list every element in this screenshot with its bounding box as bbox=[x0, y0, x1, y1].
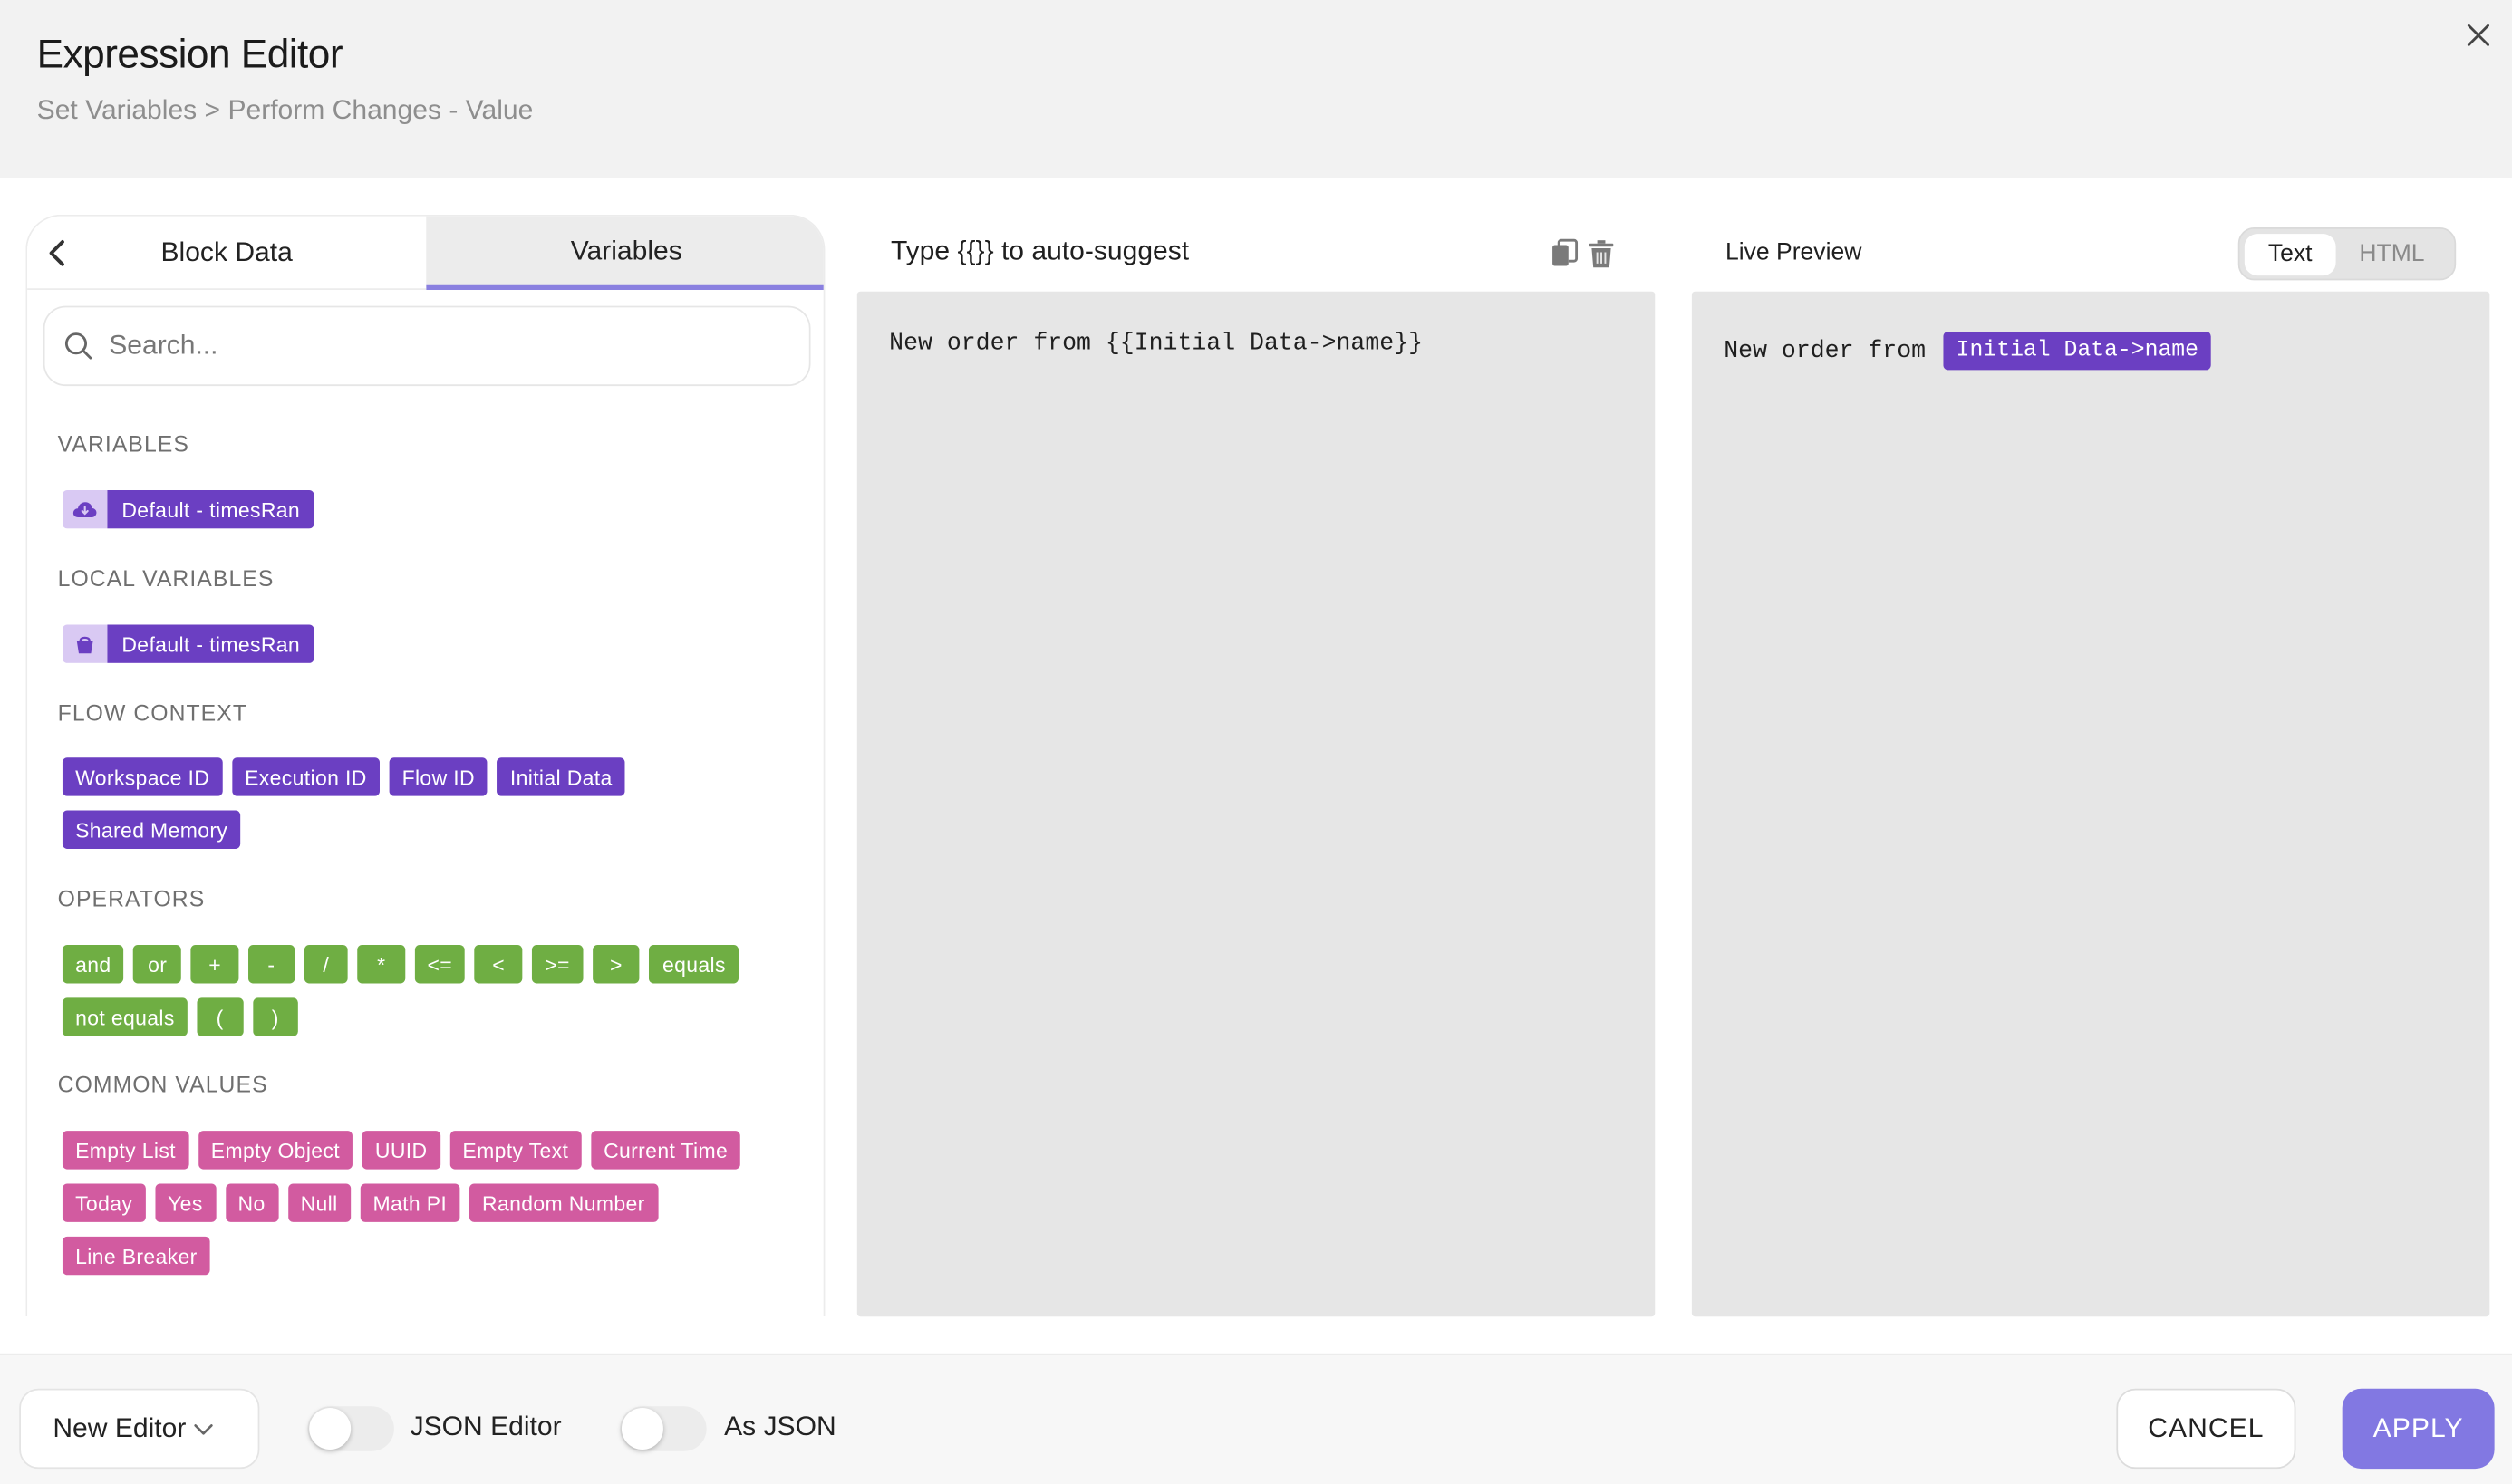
chip-op-and[interactable]: and bbox=[62, 945, 124, 984]
chip-no[interactable]: No bbox=[225, 1183, 278, 1222]
operators-row-2: not equals ( ) bbox=[62, 997, 298, 1036]
local-variable-chip-label: Default - timesRan bbox=[107, 624, 314, 663]
chip-empty-list[interactable]: Empty List bbox=[62, 1131, 189, 1170]
dialog-title: Expression Editor bbox=[36, 32, 343, 77]
variables-row: Default - timesRan bbox=[62, 489, 314, 529]
chip-random-number[interactable]: Random Number bbox=[469, 1183, 658, 1222]
cancel-button[interactable]: CANCEL bbox=[2116, 1388, 2296, 1470]
section-operators-label: OPERATORS bbox=[57, 885, 206, 911]
chip-op-not-equals[interactable]: not equals bbox=[62, 997, 188, 1036]
expression-text: New order from {{Initial Data->name}} bbox=[889, 330, 1424, 358]
as-json-toggle-knob bbox=[621, 1407, 663, 1450]
json-editor-toggle-knob bbox=[309, 1407, 352, 1450]
as-json-label: As JSON bbox=[724, 1411, 836, 1442]
panel-tabs: Block Data Variables bbox=[27, 216, 824, 290]
dialog-footer: New Editor JSON Editor As JSON CANCEL AP… bbox=[0, 1353, 2512, 1484]
chip-execution-id[interactable]: Execution ID bbox=[231, 757, 380, 796]
live-preview: New order from Initial Data->name bbox=[1691, 291, 2490, 1317]
close-icon bbox=[2467, 24, 2489, 46]
search-input[interactable] bbox=[109, 330, 782, 362]
chip-today[interactable]: Today bbox=[62, 1183, 146, 1222]
chip-op-multiply[interactable]: * bbox=[357, 945, 405, 984]
apply-button[interactable]: APPLY bbox=[2342, 1388, 2495, 1470]
preview-mode-html[interactable]: HTML bbox=[2336, 233, 2449, 275]
variable-chip-label: Default - timesRan bbox=[107, 489, 314, 529]
editor-mode-value: New Editor bbox=[53, 1412, 187, 1443]
chip-op-minus[interactable]: - bbox=[248, 945, 295, 984]
tab-block-data-label: Block Data bbox=[160, 236, 293, 267]
chip-op-lte[interactable]: <= bbox=[414, 945, 466, 984]
expression-editor[interactable]: New order from {{Initial Data->name}} bbox=[856, 291, 1656, 1317]
chip-shared-memory[interactable]: Shared Memory bbox=[62, 810, 241, 849]
chip-initial-data[interactable]: Initial Data bbox=[497, 757, 625, 796]
chip-op-equals[interactable]: equals bbox=[649, 945, 739, 984]
as-json-toggle[interactable] bbox=[620, 1406, 707, 1451]
chip-op-lt[interactable]: < bbox=[474, 945, 523, 984]
chip-uuid[interactable]: UUID bbox=[362, 1131, 440, 1170]
tab-variables[interactable]: Variables bbox=[426, 216, 824, 290]
chip-current-time[interactable]: Current Time bbox=[590, 1131, 741, 1170]
preview-content: New order from Initial Data->name bbox=[1724, 331, 2212, 371]
chip-op-close-paren[interactable]: ) bbox=[252, 997, 298, 1036]
chip-op-or[interactable]: or bbox=[133, 945, 182, 984]
trash-icon bbox=[1589, 240, 1614, 268]
expression-editor-dialog: Expression Editor Set Variables > Perfor… bbox=[0, 0, 2512, 1484]
section-local-variables-label: LOCAL VARIABLES bbox=[57, 565, 275, 592]
local-variables-row: Default - timesRan bbox=[62, 624, 314, 663]
json-editor-label: JSON Editor bbox=[410, 1411, 562, 1442]
live-preview-label: Live Preview bbox=[1725, 238, 1862, 266]
tab-variables-label: Variables bbox=[570, 234, 682, 265]
section-variables-label: VARIABLES bbox=[57, 430, 189, 457]
chip-op-plus[interactable]: + bbox=[190, 945, 239, 984]
chip-line-breaker[interactable]: Line Breaker bbox=[62, 1236, 210, 1276]
section-flow-context-label: FLOW CONTEXT bbox=[57, 699, 248, 726]
chip-math-pi[interactable]: Math PI bbox=[360, 1183, 460, 1222]
copy-icon bbox=[1552, 238, 1579, 266]
copy-button[interactable] bbox=[1551, 238, 1579, 269]
chip-op-divide[interactable]: / bbox=[304, 945, 349, 984]
operators-row-1: and or + - / * <= < >= > equals bbox=[62, 945, 739, 984]
search-box bbox=[43, 305, 811, 387]
chevron-left-icon bbox=[49, 240, 64, 266]
chip-op-open-paren[interactable]: ( bbox=[197, 997, 243, 1036]
close-button[interactable] bbox=[2462, 19, 2494, 51]
preview-variable-chip: Initial Data->name bbox=[1943, 331, 2212, 371]
preview-mode-toggle: Text HTML bbox=[2237, 227, 2457, 281]
chip-null[interactable]: Null bbox=[287, 1183, 351, 1222]
chip-op-gt[interactable]: > bbox=[592, 945, 641, 984]
back-button[interactable] bbox=[42, 236, 71, 271]
bucket-icon bbox=[62, 624, 108, 663]
variable-chip[interactable]: Default - timesRan bbox=[62, 489, 314, 529]
preview-plain-text: New order from bbox=[1724, 337, 1927, 365]
tab-block-data[interactable]: Block Data bbox=[27, 216, 427, 290]
flow-context-row-2: Shared Memory bbox=[62, 810, 241, 849]
dialog-header: Expression Editor Set Variables > Perfor… bbox=[0, 0, 2512, 178]
data-panel: Block Data Variables VARIABLES bbox=[25, 214, 826, 1317]
flow-context-row-1: Workspace ID Execution ID Flow ID Initia… bbox=[62, 757, 625, 796]
breadcrumb: Set Variables > Perform Changes - Value bbox=[36, 94, 534, 125]
chip-yes[interactable]: Yes bbox=[154, 1183, 216, 1222]
cloud-download-icon bbox=[62, 489, 108, 529]
chip-flow-id[interactable]: Flow ID bbox=[389, 757, 488, 796]
json-editor-toggle[interactable] bbox=[307, 1406, 394, 1451]
dialog-body: Block Data Variables VARIABLES bbox=[0, 178, 2512, 1354]
local-variable-chip[interactable]: Default - timesRan bbox=[62, 624, 314, 663]
chip-op-gte[interactable]: >= bbox=[532, 945, 583, 984]
section-common-values-label: COMMON VALUES bbox=[57, 1071, 268, 1098]
editor-hint: Type {{}} to auto-suggest bbox=[890, 235, 1190, 266]
chip-workspace-id[interactable]: Workspace ID bbox=[62, 757, 223, 796]
editor-mode-select[interactable]: New Editor bbox=[19, 1388, 260, 1470]
chevron-down-icon bbox=[192, 1421, 215, 1437]
chip-empty-text[interactable]: Empty Text bbox=[449, 1131, 582, 1170]
chip-empty-object[interactable]: Empty Object bbox=[198, 1131, 353, 1170]
common-values-row-1: Empty List Empty Object UUID Empty Text … bbox=[62, 1131, 741, 1170]
common-values-row-2: Today Yes No Null Math PI Random Number bbox=[62, 1183, 658, 1222]
delete-button[interactable] bbox=[1588, 238, 1615, 269]
search-icon bbox=[64, 330, 96, 361]
preview-mode-text[interactable]: Text bbox=[2244, 233, 2336, 275]
common-values-row-3: Line Breaker bbox=[62, 1236, 210, 1276]
